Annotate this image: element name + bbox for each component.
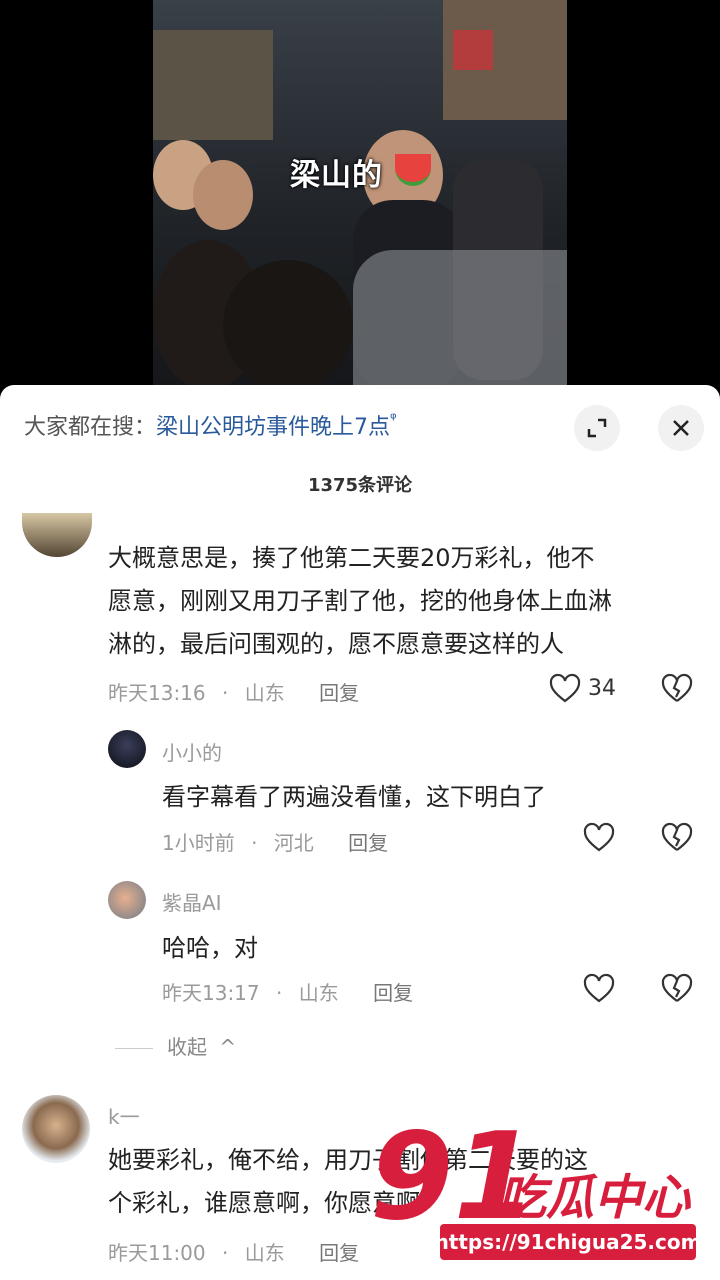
avatar[interactable]: [22, 513, 92, 557]
collapse-label: 收起: [167, 1035, 207, 1059]
collapse-replies-button[interactable]: 收起 ^: [115, 1031, 236, 1060]
comment-text-line: 愿意，刚刚又用刀子割了他，挖的他身体上血淋: [108, 587, 612, 615]
reply-button[interactable]: 回复: [319, 681, 359, 705]
person-head: [223, 260, 353, 385]
expand-button[interactable]: [574, 405, 620, 451]
watermark-url: https://91chigua25.com: [435, 1224, 701, 1260]
video-area[interactable]: 梁山的: [0, 0, 720, 385]
like-heart-icon[interactable]: [548, 672, 582, 706]
comment-text-line: 大概意思是，揍了他第二天要20万彩礼，他不: [108, 544, 595, 572]
comment-text: 看字幕看了两遍没看懂，这下明白了: [162, 783, 546, 811]
avatar[interactable]: [108, 881, 146, 919]
comment-location: 河北: [273, 831, 314, 855]
meta-separator: ·: [276, 981, 283, 1005]
divider: [115, 1048, 153, 1049]
username[interactable]: 紫晶AI: [162, 887, 222, 916]
search-prefix: 大家都在搜：: [24, 415, 157, 440]
close-icon: [673, 420, 689, 436]
close-button[interactable]: [658, 405, 704, 451]
comment-meta: 昨天13:16 · 山东 回复: [108, 677, 359, 706]
person: [193, 160, 253, 230]
dislike-broken-heart-icon[interactable]: [660, 672, 694, 706]
comment-location: 山东: [244, 1241, 285, 1265]
reply-button[interactable]: 回复: [373, 981, 413, 1005]
comment-meta: 1小时前 · 河北 回复: [162, 827, 388, 856]
username[interactable]: 小小的: [162, 737, 222, 766]
comment-text-line: 淋的，最后问围观的，愿不愿意要这样的人: [108, 630, 564, 658]
dislike-broken-heart-icon[interactable]: [660, 821, 694, 855]
comment-location: 山东: [244, 681, 285, 705]
meta-separator: ·: [222, 1241, 229, 1265]
car-door: [353, 250, 567, 385]
meta-separator: ·: [222, 681, 229, 705]
search-icon[interactable]: ᵠ: [390, 409, 397, 428]
shop-sign: [453, 30, 493, 70]
comment-panel: 大家都在搜：梁山公明坊事件晚上7点ᵠ 1375条评论 大概意思是，揍了他第二天要…: [0, 385, 720, 1280]
expand-icon: [587, 418, 607, 438]
comment-text: 大概意思是，揍了他第二天要20万彩礼，他不 愿意，刚刚又用刀子割了他，挖的他身体…: [108, 537, 612, 666]
comment-time: 昨天11:00: [108, 1241, 206, 1265]
dislike-broken-heart-icon[interactable]: [660, 972, 694, 1006]
comment-meta: 昨天11:00 · 山东 回复: [108, 1237, 359, 1266]
comment-location: 山东: [298, 981, 339, 1005]
comment-time: 1小时前: [162, 831, 235, 855]
like-count: 34: [588, 676, 616, 701]
chevron-up-icon: ^: [219, 1035, 237, 1059]
search-term-link[interactable]: 梁山公明坊事件晚上7点: [156, 415, 390, 440]
reply-button[interactable]: 回复: [348, 831, 388, 855]
comment-time: 昨天13:17: [162, 981, 260, 1005]
meta-separator: ·: [251, 831, 258, 855]
search-suggestion[interactable]: 大家都在搜：梁山公明坊事件晚上7点ᵠ: [24, 409, 397, 441]
watermark-logo-title: 吃瓜中心: [498, 1170, 691, 1226]
like-heart-icon[interactable]: [582, 972, 616, 1006]
username[interactable]: k一: [108, 1101, 140, 1130]
comment-text: 哈哈，对: [162, 934, 258, 962]
avatar[interactable]: [22, 1095, 90, 1163]
video-caption: 梁山的: [290, 158, 383, 193]
background-building: [153, 30, 273, 140]
reply-button[interactable]: 回复: [319, 1241, 359, 1265]
avatar[interactable]: [108, 730, 146, 768]
comment-count: 1375条评论: [307, 475, 413, 496]
comment-meta: 昨天13:17 · 山东 回复: [162, 977, 413, 1006]
comment-time: 昨天13:16: [108, 681, 206, 705]
like-heart-icon[interactable]: [582, 821, 616, 855]
